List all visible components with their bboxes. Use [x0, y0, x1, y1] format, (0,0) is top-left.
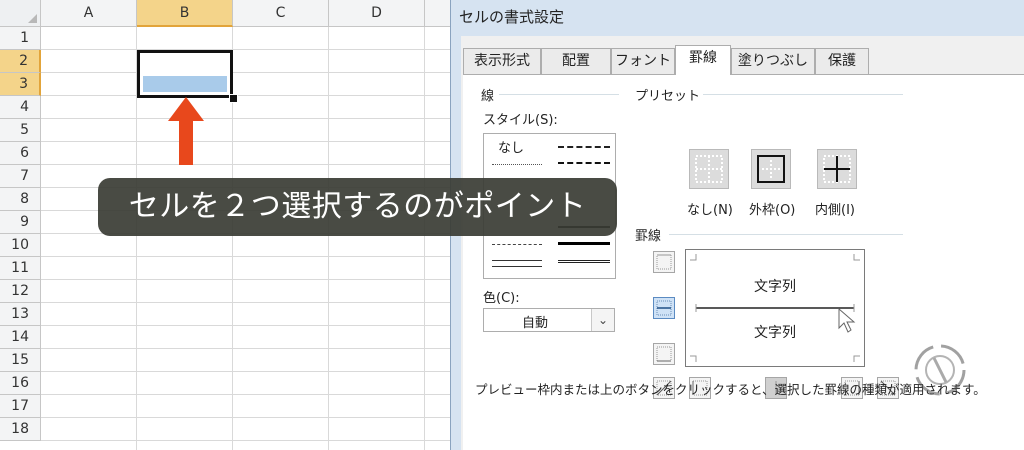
- column-header-a[interactable]: A: [41, 0, 137, 27]
- dialog-title: セルの書式設定: [459, 8, 565, 26]
- preset-inside-label: 内側(I): [815, 203, 855, 218]
- chevron-down-icon[interactable]: ⌄: [591, 309, 614, 331]
- row-header-3[interactable]: 3: [0, 73, 41, 96]
- tab-number-format[interactable]: 表示形式: [463, 48, 541, 74]
- select-all-corner[interactable]: [0, 0, 41, 27]
- tab-protection[interactable]: 保護: [815, 48, 869, 74]
- row-header-7[interactable]: 7: [0, 165, 41, 188]
- selected-cell-b3[interactable]: [143, 76, 227, 92]
- row-header-17[interactable]: 17: [0, 395, 41, 418]
- preset-group-label: プリセット: [635, 89, 701, 104]
- row-header-5[interactable]: 5: [0, 119, 41, 142]
- row-header-8[interactable]: 8: [0, 188, 41, 211]
- color-dropdown[interactable]: 自動 ⌄: [483, 308, 615, 332]
- border-group-label: 罫線: [635, 229, 662, 244]
- row-header-14[interactable]: 14: [0, 326, 41, 349]
- preset-outline-label: 外枠(O): [749, 203, 796, 218]
- line-style-thick[interactable]: [558, 242, 610, 245]
- border-preview-area[interactable]: 文字列 文字列: [685, 249, 865, 367]
- row-header-16[interactable]: 16: [0, 372, 41, 395]
- style-none-option[interactable]: なし: [498, 137, 524, 156]
- row-header-9[interactable]: 9: [0, 211, 41, 234]
- tab-border[interactable]: 罫線: [675, 45, 731, 75]
- line-group-label: 線: [481, 89, 495, 104]
- tab-alignment[interactable]: 配置: [541, 48, 611, 74]
- row-header-1[interactable]: 1: [0, 27, 41, 50]
- mouse-cursor-icon: [838, 308, 856, 333]
- row-header-13[interactable]: 13: [0, 303, 41, 326]
- line-style-dashed[interactable]: [492, 244, 542, 245]
- row-header-11[interactable]: 11: [0, 257, 41, 280]
- tutorial-caption: セルを２つ選択するのがポイント: [98, 178, 617, 236]
- line-style-dash-dot[interactable]: [558, 146, 610, 148]
- row-header-12[interactable]: 12: [0, 280, 41, 303]
- line-style-thin-2[interactable]: [492, 266, 542, 267]
- preset-outline-button[interactable]: [751, 149, 791, 189]
- row-header-6[interactable]: 6: [0, 142, 41, 165]
- color-label: 色(C):: [483, 291, 520, 306]
- selected-range-b2-b3[interactable]: [137, 50, 233, 98]
- preset-none-button[interactable]: [689, 149, 729, 189]
- row-header-10[interactable]: 10: [0, 234, 41, 257]
- line-style-thin[interactable]: [492, 260, 542, 261]
- color-value: 自動: [522, 316, 549, 331]
- preset-none-label: なし(N): [687, 203, 733, 218]
- up-arrow-icon: [166, 97, 206, 167]
- line-style-double[interactable]: [558, 260, 610, 263]
- fill-handle[interactable]: [229, 94, 238, 103]
- style-label: スタイル(S):: [483, 113, 558, 128]
- column-header-c[interactable]: C: [233, 0, 329, 27]
- line-style-medium-dash[interactable]: [558, 162, 610, 164]
- line-style-hair[interactable]: [492, 164, 542, 165]
- column-header-b[interactable]: B: [137, 0, 233, 27]
- preview-text-top: 文字列: [754, 279, 796, 295]
- tab-fill[interactable]: 塗りつぶし: [731, 48, 815, 74]
- border-top-button[interactable]: [653, 251, 675, 273]
- preset-inside-button[interactable]: [817, 149, 857, 189]
- row-header-18[interactable]: 18: [0, 418, 41, 441]
- watermark-logo-icon: [908, 338, 972, 402]
- tab-font[interactable]: フォント: [611, 48, 675, 74]
- border-inside-horizontal-button[interactable]: [653, 297, 675, 319]
- row-header-15[interactable]: 15: [0, 349, 41, 372]
- row-header-2[interactable]: 2: [0, 50, 41, 73]
- row-header-4[interactable]: 4: [0, 96, 41, 119]
- border-bottom-button[interactable]: [653, 343, 675, 365]
- column-header-d[interactable]: D: [329, 0, 425, 27]
